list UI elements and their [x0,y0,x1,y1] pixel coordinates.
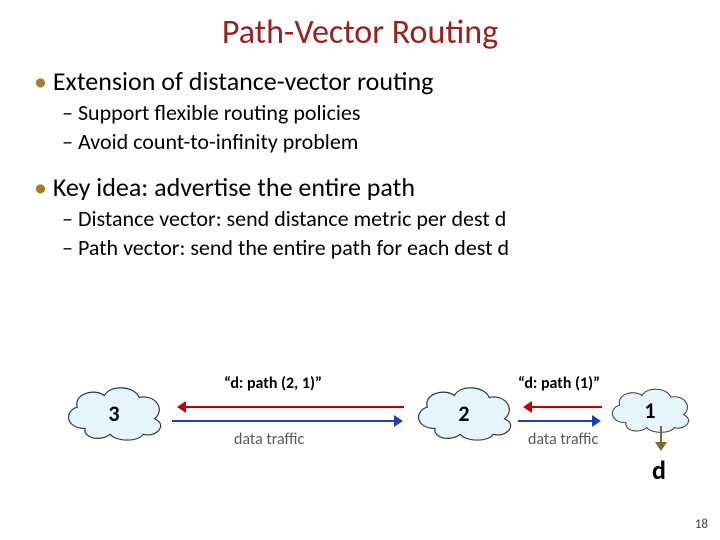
page-number: 18 [695,517,708,532]
cloud-label: 2 [406,400,522,427]
bullet-l2: Support flexible routing policies [62,99,692,126]
traffic-label-right: data traffic [528,430,598,449]
bullet-l2: Path vector: send the entire path for ea… [62,234,692,261]
bullet-l2: Distance vector: send distance metric pe… [62,205,692,232]
slide-title: Path-Vector Routing [0,0,720,59]
cloud-label: 1 [602,397,698,424]
arrow-data-traffic-left [172,420,400,422]
traffic-label-left: data traffic [234,430,304,449]
path-label-left: “d: path (2, 1)” [224,374,322,393]
dest-d-label: d [652,454,666,486]
bullet-l1: Key idea: advertise the entire path [34,171,692,203]
bullet-l2: Avoid count-to-infinity problem [62,128,692,155]
bullet-l1: Extension of distance-vector routing [34,65,692,97]
path-vector-diagram: 3 2 1 “d: path (2, 1)” data traffic “d: … [20,370,720,510]
arrow-data-traffic-right [518,420,598,422]
cloud-node-2: 2 [406,382,522,444]
arrow-path-advert-left [180,406,404,408]
slide-body: Extension of distance-vector routing Sup… [0,65,720,261]
cloud-node-3: 3 [56,382,172,444]
cloud-node-1: 1 [602,382,698,438]
arrow-path-advert-right [526,406,602,408]
arrow-to-dest-d [660,426,662,448]
path-label-right: “d: path (1)” [518,374,600,393]
cloud-label: 3 [56,400,172,427]
